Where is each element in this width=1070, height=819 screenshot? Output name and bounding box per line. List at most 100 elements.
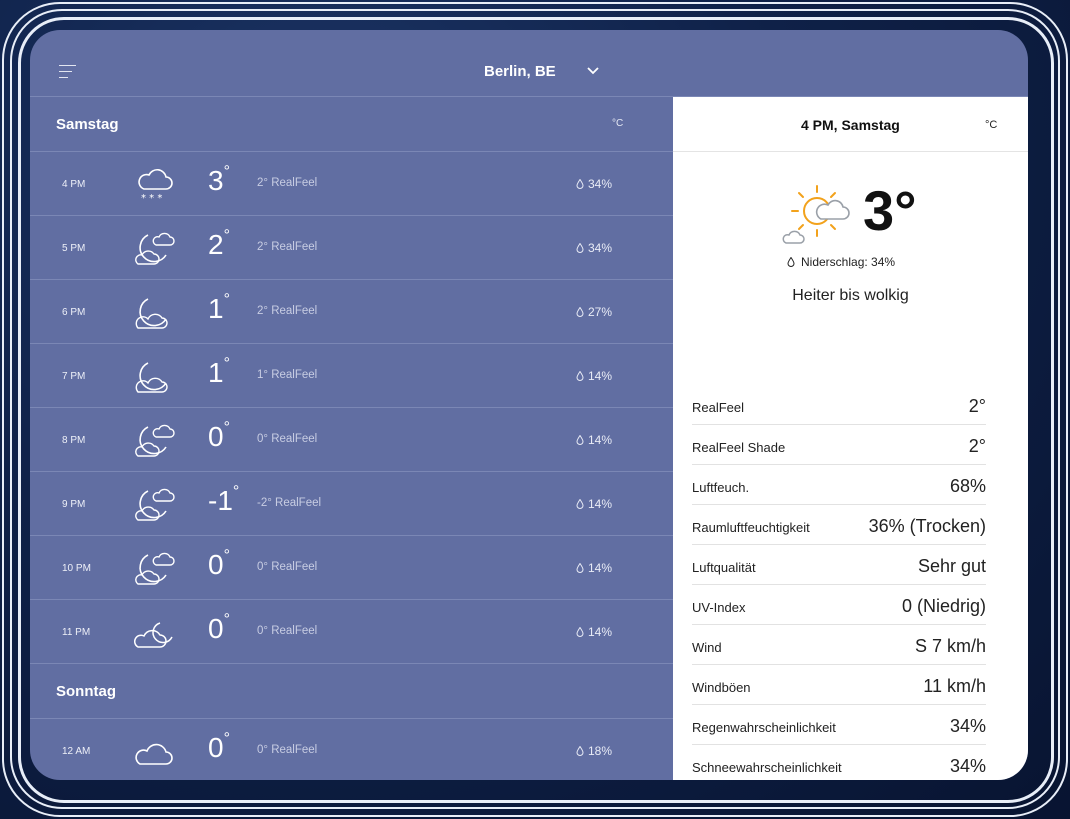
hour-precipitation: 27%	[576, 305, 612, 319]
hour-precipitation: 14%	[576, 625, 612, 639]
hourly-row[interactable]: 4 PM * * * 3° 2° RealFeel 34%	[30, 152, 673, 216]
hour-precipitation: 14%	[576, 497, 612, 511]
detail-row: Schneewahrscheinlichkeit 34%	[692, 745, 986, 780]
degree-symbol: °	[223, 355, 230, 372]
detail-label: RealFeel Shade	[692, 440, 786, 455]
precip-value: 14%	[588, 625, 613, 639]
detail-unit-label[interactable]: °C	[985, 119, 997, 131]
detail-label: Wind	[692, 640, 722, 655]
moon-icon	[135, 362, 168, 393]
detail-row: RealFeel Shade 2°	[692, 425, 986, 465]
menu-icon[interactable]	[59, 65, 77, 79]
hour-realfeel: 0° RealFeel	[257, 625, 318, 637]
detail-row: Luftqualität Sehr gut	[692, 545, 986, 585]
detail-row: RealFeel 2°	[692, 385, 986, 425]
hourly-row[interactable]: 11 PM 0° 0° RealFeel 14%	[30, 600, 673, 664]
detail-row: Raumluftfeuchtigkeit 36% (Trocken)	[692, 505, 986, 545]
svg-text:* * *: * * *	[141, 193, 162, 203]
detail-row: Wind S 7 km/h	[692, 625, 986, 665]
hourly-row[interactable]: 6 PM 1° 2° RealFeel 27%	[30, 280, 673, 344]
hourly-forecast-list: Samstag °C 4 PM * * * 3° 2° RealFeel 34% 5 PM 2°…	[30, 97, 673, 780]
precip-value: 14%	[588, 369, 613, 383]
moon-cloud-icon	[135, 424, 175, 457]
hour-temperature: 1°	[208, 291, 230, 325]
hour-realfeel: 0° RealFeel	[257, 433, 318, 445]
precip-value: 34%	[588, 241, 613, 255]
cloud-moon-icon	[134, 622, 173, 648]
droplet-icon	[576, 563, 584, 573]
location-label[interactable]: Berlin, BE	[484, 63, 556, 80]
droplet-icon	[576, 243, 584, 253]
hourly-row[interactable]: 9 PM -1° -2° RealFeel 14%	[30, 472, 673, 536]
moon-cloud-icon	[135, 232, 175, 265]
hour-temp-value: 0	[208, 421, 224, 452]
detail-value: S 7 km/h	[914, 636, 986, 656]
hour-temperature: 1°	[208, 355, 230, 389]
hour-realfeel: 2° RealFeel	[257, 241, 318, 253]
hour-precipitation: 18%	[576, 744, 612, 758]
day-header: Sonntag	[30, 664, 673, 719]
hour-time: 5 PM	[62, 243, 86, 254]
hour-realfeel: 1° RealFeel	[257, 369, 318, 381]
precip-value: 14%	[588, 497, 613, 511]
precip-value: 14%	[588, 561, 613, 575]
snow-cloud-icon: * * *	[138, 169, 173, 203]
droplet-icon	[576, 435, 584, 445]
hourly-row[interactable]: 7 PM 1° 1° RealFeel 14%	[30, 344, 673, 408]
detail-value: 11 km/h	[923, 676, 986, 696]
degree-symbol: °	[223, 611, 230, 628]
detail-value: 68%	[949, 476, 986, 496]
hour-time: 4 PM	[62, 179, 86, 190]
hourly-row[interactable]: 12 AM 0° 0° RealFeel 18%	[30, 719, 673, 780]
hour-temperature: 3°	[208, 163, 230, 197]
hour-temp-value: 0	[208, 732, 224, 763]
hour-precipitation: 14%	[576, 369, 612, 383]
detail-row: Regenwahrscheinlichkeit 34%	[692, 705, 986, 745]
hour-time: 12 AM	[62, 746, 91, 757]
degree-symbol: °	[223, 227, 230, 244]
hour-temp-value: 1	[208, 293, 224, 324]
moon-cloud-icon	[135, 488, 175, 521]
detail-row: Luftfeuch. 68%	[692, 465, 986, 505]
hour-precipitation: 14%	[576, 433, 612, 447]
precipitation-summary: Niderschlag: 34%	[787, 255, 895, 269]
degree-symbol: °	[223, 730, 230, 747]
precip-value: 14%	[588, 433, 613, 447]
detail-title: 4 PM, Samstag	[801, 117, 900, 133]
hour-realfeel: 2° RealFeel	[257, 305, 318, 317]
hour-temp-value: -1	[208, 485, 233, 516]
hourly-row[interactable]: 10 PM 0° 0° RealFeel 14%	[30, 536, 673, 600]
cloud-icon	[135, 743, 173, 765]
detail-row: Windböen 11 km/h	[692, 665, 986, 705]
hourly-row[interactable]: 8 PM 0° 0° RealFeel 14%	[30, 408, 673, 472]
detail-label: Schneewahrscheinlichkeit	[692, 760, 842, 775]
hour-temperature: 2°	[208, 227, 230, 261]
chevron-down-icon[interactable]	[586, 66, 600, 76]
detail-label: RealFeel	[692, 400, 745, 415]
droplet-icon	[576, 499, 584, 509]
day-label: Samstag	[56, 116, 119, 133]
detail-label: Luftfeuch.	[692, 480, 750, 495]
hour-time: 7 PM	[62, 371, 86, 382]
precip-value: 34%	[588, 177, 613, 191]
hour-temperature: 0°	[208, 611, 230, 645]
hour-realfeel: 2° RealFeel	[257, 177, 318, 189]
detail-list: RealFeel 2° RealFeel Shade 2° Luftfeuch. 68% R…	[692, 385, 986, 780]
current-temperature: 3°	[863, 179, 917, 242]
hour-realfeel: -2° RealFeel	[257, 497, 322, 509]
detail-label: Luftqualität	[692, 560, 756, 575]
hour-time: 8 PM	[62, 435, 86, 446]
weather-app: Berlin, BE Samstag °C 4 PM * * * 3° 2° RealFe…	[30, 30, 1028, 780]
droplet-icon	[787, 257, 795, 267]
hour-temp-value: 0	[208, 549, 224, 580]
hour-precipitation: 34%	[576, 177, 612, 191]
hour-temperature: 0°	[208, 547, 230, 581]
hourly-row[interactable]: 5 PM 2° 2° RealFeel 34%	[30, 216, 673, 280]
hour-temperature: 0°	[208, 730, 230, 764]
detail-row: UV-Index 0 (Niedrig)	[692, 585, 986, 625]
unit-label[interactable]: °C	[612, 118, 623, 129]
hour-temp-value: 1	[208, 357, 224, 388]
detail-label: Raumluftfeuchtigkeit	[692, 520, 810, 535]
detail-value: 34%	[949, 716, 986, 736]
detail-label: Regenwahrscheinlichkeit	[692, 720, 836, 735]
